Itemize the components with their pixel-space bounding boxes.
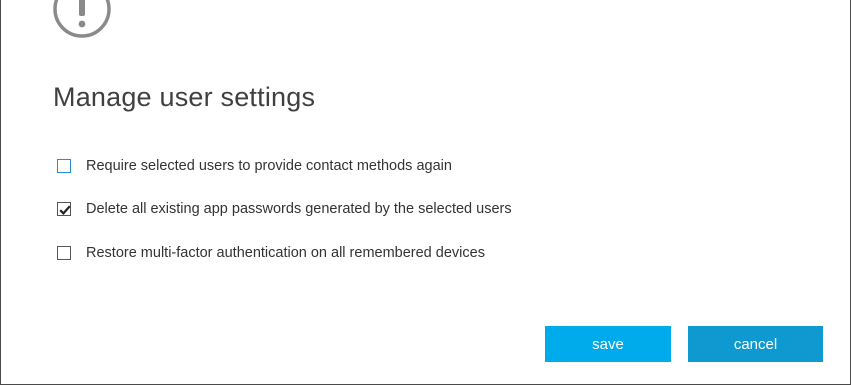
restore-mfa-devices-option[interactable]: Restore multi-factor authentication on a… xyxy=(57,244,485,262)
delete-app-passwords-option[interactable]: Delete all existing app passwords genera… xyxy=(57,200,512,218)
save-button[interactable]: save xyxy=(545,326,671,362)
manage-user-settings-dialog: Manage user settings Require selected us… xyxy=(0,0,851,385)
dialog-title: Manage user settings xyxy=(53,82,316,112)
cancel-button[interactable]: cancel xyxy=(688,326,823,362)
exclamation-circle-icon xyxy=(53,0,111,38)
require-contact-methods-checkbox[interactable] xyxy=(57,159,71,173)
delete-app-passwords-checkbox[interactable] xyxy=(57,202,71,216)
restore-mfa-devices-checkbox[interactable] xyxy=(57,246,71,260)
require-contact-methods-label: Require selected users to provide contac… xyxy=(86,158,452,174)
require-contact-methods-option[interactable]: Require selected users to provide contac… xyxy=(57,157,452,175)
delete-app-passwords-label: Delete all existing app passwords genera… xyxy=(86,201,512,217)
checkmark-icon xyxy=(59,205,71,216)
restore-mfa-devices-label: Restore multi-factor authentication on a… xyxy=(86,245,485,261)
